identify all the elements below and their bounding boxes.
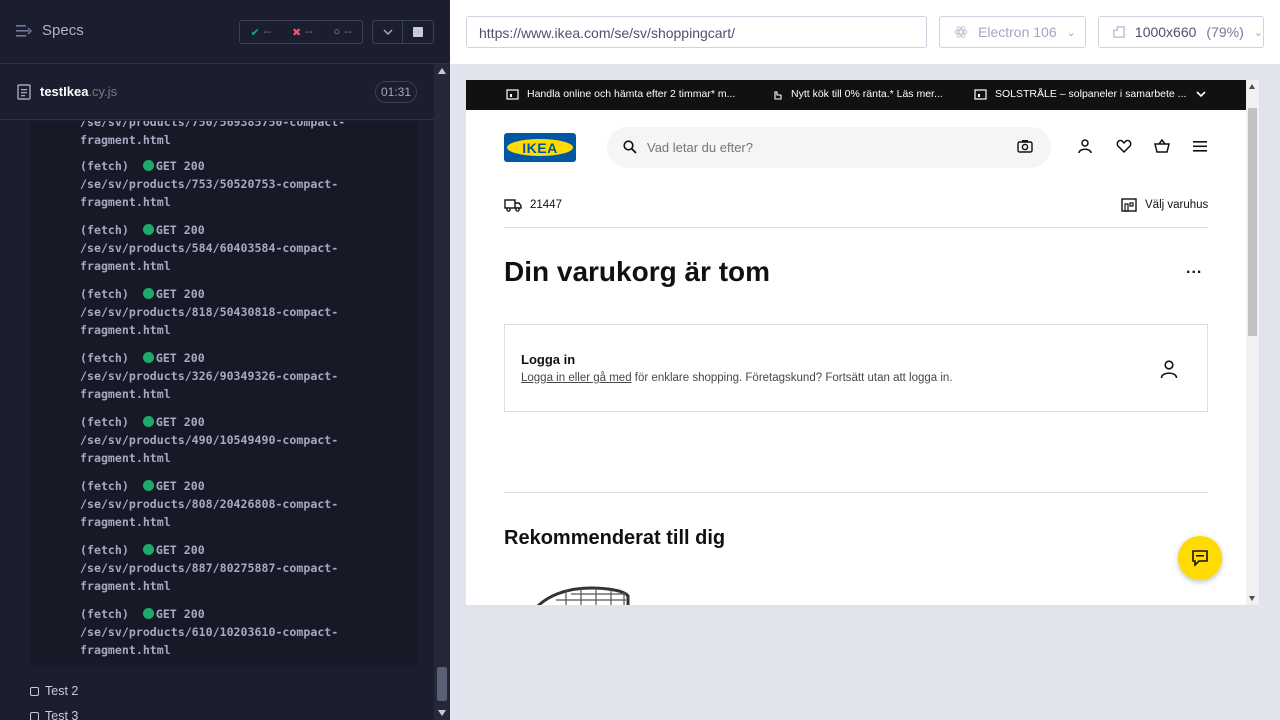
specs-button[interactable]: Specs — [16, 22, 84, 39]
status-dot-icon — [142, 352, 154, 363]
chevron-down-icon[interactable] — [1195, 88, 1207, 100]
log-entry[interactable]: (fetch) GET 200 /se/sv/products/326/9034… — [80, 349, 400, 403]
stop-icon — [413, 27, 423, 37]
check-icon: ✔ — [250, 26, 260, 39]
page-scrollbar[interactable] — [1246, 80, 1259, 605]
url-field[interactable]: https://www.ikea.com/se/sv/shoppingcart/ — [466, 16, 927, 48]
basket-icon[interactable] — [1154, 138, 1170, 154]
chat-button[interactable] — [1178, 536, 1222, 580]
page-title: Din varukorg är tom — [504, 256, 771, 287]
specs-label: Specs — [42, 22, 84, 39]
spinner-icon: ○ — [333, 26, 341, 38]
test-status-icon — [30, 711, 39, 720]
search-placeholder: Vad letar du efter? — [647, 140, 753, 155]
ikea-logo[interactable]: IKEA — [504, 133, 576, 162]
log-entry[interactable]: (fetch) GET 200 /se/sv/products/818/5043… — [80, 285, 400, 339]
pending-stat: ○ -- — [333, 26, 352, 38]
promo-banner: Handla online och hämta efter 2 timmar* … — [466, 80, 1246, 110]
scroll-down-icon[interactable] — [1249, 596, 1255, 601]
scroll-thumb[interactable] — [1248, 108, 1257, 336]
expand-button[interactable] — [372, 20, 402, 44]
log-entry[interactable]: (fetch) GET 200 /se/sv/products/584/6040… — [80, 221, 400, 275]
log-entry[interactable]: (fetch) GET 200 /se/sv/products/887/8027… — [80, 541, 400, 595]
status-dot-icon — [142, 224, 154, 235]
store-icon — [506, 89, 519, 100]
banner-item[interactable]: SOLSTRÅLE – solpaneler i samarbete ... — [974, 88, 1186, 100]
spec-file-name: testIkea.cy.js — [40, 84, 118, 99]
status-dot-icon — [142, 288, 154, 299]
log-entry[interactable]: /se/sv/products/750/569385750-compact- f… — [80, 121, 400, 149]
log-entry[interactable]: (fetch) GET 200 /se/sv/products/490/1054… — [80, 413, 400, 467]
browser-icon — [954, 26, 968, 38]
browser-selector[interactable]: Electron 106 ⌄ — [939, 16, 1086, 48]
viewport-selector[interactable]: 1000x660 (79%) ⌄ — [1098, 16, 1264, 48]
login-link[interactable]: Logga in eller gå med — [521, 372, 632, 384]
spec-duration: 01:31 — [375, 81, 417, 103]
more-options-button[interactable]: ... — [1186, 260, 1202, 278]
scroll-up-icon[interactable] — [438, 68, 446, 74]
store-icon — [974, 89, 987, 100]
stop-button[interactable] — [402, 20, 434, 44]
log-entry[interactable]: (fetch) GET 200 /se/sv/products/610/1020… — [80, 605, 400, 659]
choose-store[interactable]: Välj varuhus — [1121, 198, 1208, 212]
cypress-reporter-panel: Specs ✔ -- ✖ -- ○ -- testIkea.cy.js 01:31 /… — [0, 0, 450, 720]
search-icon — [623, 140, 637, 154]
test-status-icon — [30, 686, 39, 696]
banner-item[interactable]: Nytt kök till 0% ränta.* Läs mer... — [771, 88, 943, 100]
status-dot-icon — [142, 416, 154, 427]
test-item[interactable]: Test 3 — [30, 709, 78, 720]
x-icon: ✖ — [292, 26, 302, 39]
chat-icon — [1192, 550, 1208, 567]
tap-icon — [774, 91, 782, 100]
login-description: Logga in eller gå med för enklare shoppi… — [521, 372, 953, 384]
passed-stat: ✔ -- — [250, 26, 272, 39]
store-icon — [1121, 198, 1137, 212]
hamburger-menu-icon[interactable] — [1192, 138, 1208, 154]
chevron-down-icon: ⌄ — [1253, 26, 1263, 39]
user-icon — [1160, 360, 1178, 379]
scroll-down-icon[interactable] — [438, 710, 446, 716]
scroll-thumb[interactable] — [437, 667, 447, 701]
log-entry[interactable]: (fetch) GET 200 /se/sv/products/753/5052… — [80, 157, 400, 211]
product-image[interactable] — [526, 582, 636, 605]
scroll-up-icon[interactable] — [1249, 84, 1255, 89]
search-input[interactable]: Vad letar du efter? — [607, 127, 1051, 168]
heart-icon[interactable] — [1116, 138, 1132, 154]
app-under-test: Handla online och hämta efter 2 timmar* … — [466, 80, 1259, 605]
ruler-icon — [1113, 26, 1125, 38]
login-card: Logga in Logga in eller gå med för enkla… — [504, 324, 1208, 412]
test-item[interactable]: Test 2 — [30, 684, 78, 698]
status-dot-icon — [142, 160, 154, 171]
divider — [504, 227, 1208, 228]
status-dot-icon — [142, 480, 154, 491]
status-dot-icon — [142, 544, 154, 555]
truck-icon — [504, 199, 522, 212]
login-title: Logga in — [521, 352, 576, 367]
spec-header: testIkea.cy.js 01:31 — [0, 76, 434, 120]
document-icon — [17, 84, 31, 100]
recommendations-title: Rekommenderat till dig — [504, 527, 726, 549]
log-entry[interactable]: (fetch) GET 200 /se/sv/products/808/2042… — [80, 477, 400, 531]
banner-item[interactable]: Handla online och hämta efter 2 timmar* … — [506, 88, 735, 100]
delivery-zip[interactable]: 21447 — [504, 198, 562, 212]
reporter-scrollbar[interactable] — [434, 64, 450, 720]
status-dot-icon — [142, 608, 154, 619]
specs-menu-icon — [16, 24, 32, 37]
aut-header: https://www.ikea.com/se/sv/shoppingcart/… — [450, 0, 1280, 64]
camera-icon[interactable] — [1017, 139, 1033, 153]
user-icon[interactable] — [1077, 138, 1093, 154]
failed-stat: ✖ -- — [292, 26, 313, 39]
command-log: /se/sv/products/750/569385750-compact- f… — [30, 121, 417, 665]
divider — [504, 492, 1208, 493]
chevron-down-icon: ⌄ — [1066, 26, 1076, 39]
chevron-down-icon — [382, 29, 393, 35]
reporter-header: Specs ✔ -- ✖ -- ○ -- — [0, 0, 450, 64]
test-stats: ✔ -- ✖ -- ○ -- — [239, 20, 363, 44]
